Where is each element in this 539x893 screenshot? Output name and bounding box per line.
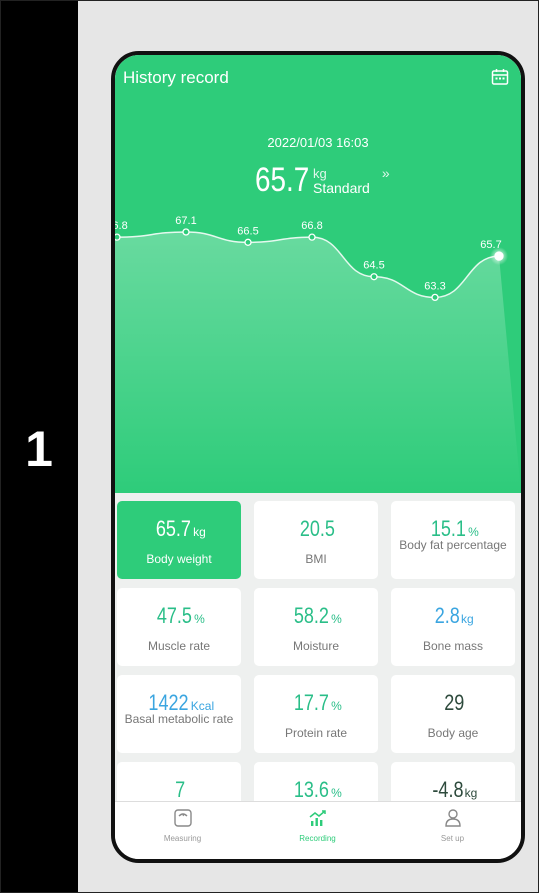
metric-card[interactable]: 17.7% Protein rate (254, 675, 378, 753)
metric-label: Protein rate (284, 726, 348, 740)
metric-grid: 65.7 kg Body weight 20.5 BMI 15.1% Body fat pe… (115, 493, 521, 840)
metric-label: Body fat percentage (399, 538, 507, 552)
metric-number: 7 (174, 777, 186, 802)
chart-point[interactable] (370, 273, 378, 281)
tab-bar: Measuring Recording Set up (115, 801, 521, 859)
scale-icon (173, 809, 192, 827)
person-icon (444, 809, 461, 827)
tab-label: Set up (440, 834, 465, 843)
metric-value: 58.2% (254, 604, 378, 631)
metric-value: 20.5 (254, 517, 378, 544)
metric-label: Basal metabolic rate (124, 712, 234, 726)
metric-card[interactable]: 29 Body age (391, 675, 515, 753)
tab-measuring[interactable]: Measuring (115, 808, 250, 843)
chart-point-label: 63.3 (424, 280, 445, 292)
metric-unit: kg (193, 525, 206, 539)
metric-number: 29 (443, 690, 465, 715)
chart-point[interactable] (431, 293, 439, 302)
chart-point-label: 66.8 (301, 220, 322, 232)
tab-recording[interactable]: Recording (250, 808, 385, 843)
metric-number: 2.8 (435, 603, 461, 628)
chart-point[interactable] (182, 228, 190, 236)
tab-label: Measuring (163, 834, 202, 843)
metric-number: 13.6 (294, 777, 330, 802)
metric-card[interactable]: 1422 Kcal Basal metabolic rate (117, 675, 241, 753)
metric-value: 65.7 kg (117, 517, 241, 544)
chart-point-label: 64.5 (363, 260, 384, 272)
metric-unit: % (331, 786, 342, 800)
metric-card[interactable]: 15.1% Body fat percentage (391, 501, 515, 579)
metric-unit: % (194, 612, 205, 626)
metric-value: 29 (391, 691, 515, 718)
tab-label: Recording (299, 834, 336, 843)
metric-number: 20.5 (299, 516, 335, 541)
metric-card[interactable]: 65.7 kg Body weight (117, 501, 241, 579)
metric-unit: % (331, 699, 342, 713)
chart-point[interactable] (244, 238, 252, 246)
metric-number: 65.7 (156, 516, 192, 541)
metric-value: 17.7% (254, 691, 378, 718)
metric-number: -4.8 (432, 777, 464, 802)
metric-card[interactable]: 58.2% Moisture (254, 588, 378, 666)
chart-point[interactable] (115, 233, 121, 241)
chart-point[interactable] (494, 251, 504, 261)
chart-area (115, 232, 521, 493)
metric-unit: kg (464, 786, 478, 800)
phone-screen: History record 2022/01/03 16:03 65.7 kg … (111, 51, 525, 863)
metric-unit: Kcal (190, 699, 215, 713)
metric-unit: kg (460, 612, 474, 626)
weight-history-chart[interactable]: 66.8 67.1 66.5 66.8 64.5 63.3 65.7 (115, 55, 521, 493)
step-number: 1 (25, 421, 53, 477)
metric-label: Body age (427, 726, 479, 740)
metric-label: Bone mass (422, 639, 484, 653)
metric-unit: % (468, 525, 479, 539)
metric-label: Muscle rate (147, 639, 211, 653)
metric-card[interactable]: 47.5% Muscle rate (117, 588, 241, 666)
metric-value: 47.5% (117, 604, 241, 631)
metric-unit: % (331, 612, 342, 626)
chart-icon (309, 810, 326, 826)
tab-setup[interactable]: Set up (385, 808, 520, 843)
metric-number: 58.2 (294, 603, 330, 628)
metric-value: 2.8kg (391, 604, 515, 631)
metric-label: Body weight (146, 552, 212, 566)
chart-point[interactable] (308, 233, 316, 241)
metric-number: 17.7 (294, 690, 330, 715)
metric-label: Moisture (292, 639, 339, 653)
chart-point-label: 66.5 (237, 225, 258, 237)
metric-number: 47.5 (157, 603, 193, 628)
chart-point-label: 66.8 (115, 220, 128, 232)
chart-point-label: 67.1 (175, 215, 196, 227)
metric-card[interactable]: 2.8kg Bone mass (391, 588, 515, 666)
chart-point-label: 65.7 (480, 239, 501, 251)
metric-card[interactable]: 20.5 BMI (254, 501, 378, 579)
history-header: History record 2022/01/03 16:03 65.7 kg … (115, 55, 521, 493)
metric-label: BMI (305, 552, 327, 566)
step-bar: 1 (0, 0, 78, 893)
